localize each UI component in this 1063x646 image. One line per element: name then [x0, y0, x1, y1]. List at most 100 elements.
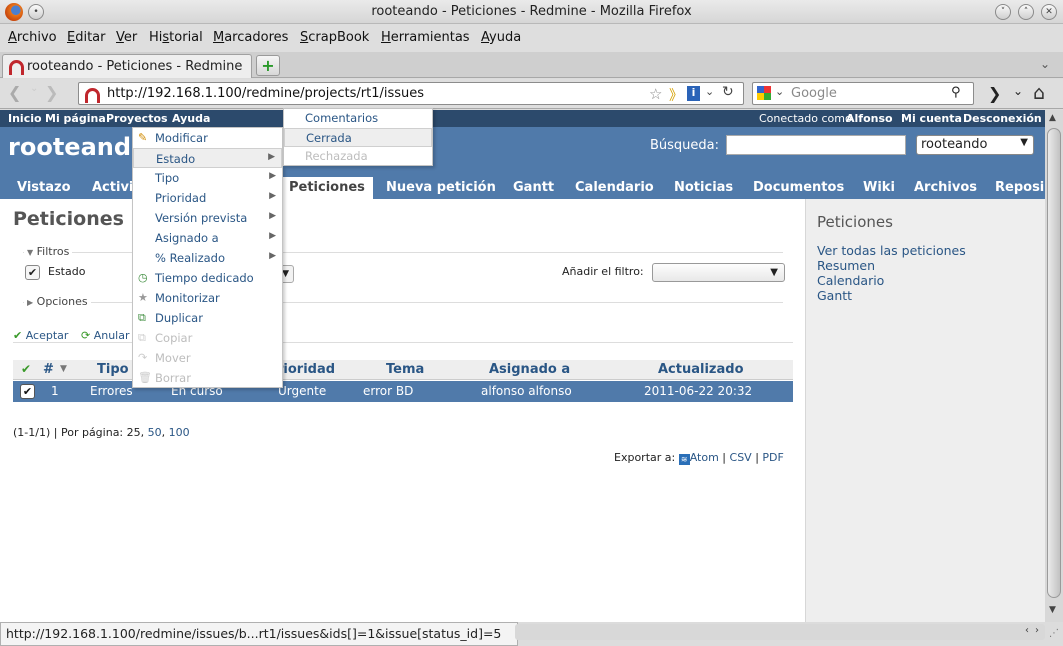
new-tab-button[interactable]: +: [256, 55, 280, 76]
context-item-realizado[interactable]: % Realizado ▶: [133, 248, 282, 268]
context-item-asignado-a[interactable]: Asignado a ▶: [133, 228, 282, 248]
tab-calendar[interactable]: Calendario: [575, 180, 654, 195]
quick-search-input[interactable]: [726, 135, 906, 155]
close-window-icon[interactable]: ✕: [1041, 4, 1057, 20]
engine-dropdown-icon[interactable]: ⌄: [775, 85, 784, 98]
info-icon[interactable]: i: [687, 86, 700, 101]
status-option-cerrada[interactable]: Cerrada: [284, 128, 432, 147]
tab-issues[interactable]: Peticiones: [281, 177, 373, 199]
back-dropdown-icon[interactable]: ⌄: [30, 83, 38, 94]
tab-repository[interactable]: Reposi: [995, 180, 1044, 195]
menu-item-4[interactable]: Marcadores: [213, 30, 288, 45]
context-item-tipo[interactable]: Tipo ▶: [133, 168, 282, 188]
per-page-100[interactable]: 100: [169, 426, 190, 439]
sidebar-item-summary[interactable]: Resumen: [817, 258, 875, 273]
context-item-monitorizar[interactable]: ★ Monitorizar: [133, 288, 282, 308]
scroll-left-icon[interactable]: ‹: [1025, 625, 1029, 636]
cell-id[interactable]: 1: [51, 384, 59, 398]
browser-tab[interactable]: rooteando - Peticiones - Redmine: [2, 54, 252, 78]
logged-in-user[interactable]: Alfonso: [846, 112, 893, 125]
top-menu-help[interactable]: Ayuda: [172, 112, 210, 125]
context-item-duplicar[interactable]: ⧉ Duplicar: [133, 308, 282, 328]
minimize-icon[interactable]: ˅: [995, 4, 1011, 20]
apply-button[interactable]: ✔ Aceptar: [13, 329, 68, 342]
google-engine-icon[interactable]: [757, 86, 771, 100]
menu-item-0[interactable]: Archivo: [8, 30, 57, 45]
url-dropdown-icon[interactable]: ⌄: [705, 85, 714, 98]
scroll-right-icon[interactable]: ›: [1035, 625, 1039, 636]
sidebar-item-all-issues[interactable]: Ver todas las peticiones: [817, 243, 966, 258]
export-pdf[interactable]: PDF: [762, 451, 783, 464]
top-menu-home[interactable]: Inicio: [8, 112, 42, 125]
vertical-scrollbar[interactable]: ▲ ▼: [1045, 110, 1063, 622]
export-atom[interactable]: Atom: [690, 451, 719, 464]
submenu-arrow-icon: ▶: [269, 211, 276, 221]
search-bar[interactable]: ⌄ Google ⚲: [752, 82, 974, 105]
col-subject[interactable]: Tema: [386, 362, 424, 377]
tab-wiki[interactable]: Wiki: [863, 180, 895, 195]
tab-overview[interactable]: Vistazo: [17, 180, 71, 195]
tab-gantt[interactable]: Gantt: [513, 180, 554, 195]
scroll-down-icon[interactable]: ▼: [1049, 605, 1056, 615]
menu-item-3[interactable]: Historial: [149, 30, 203, 45]
context-item-versión-prevista[interactable]: Versión prevista ▶: [133, 208, 282, 228]
toolbar-dropdown-icon[interactable]: ⌄: [1013, 84, 1023, 98]
my-account-link[interactable]: Mi cuenta: [901, 112, 962, 125]
tab-files[interactable]: Archivos: [914, 180, 977, 195]
scroll-up-icon[interactable]: ▲: [1049, 113, 1056, 123]
feed-icon: ≋: [678, 454, 690, 465]
table-row[interactable]: ✔ 1 Errores En curso Urgente error BD al…: [13, 381, 793, 402]
overflow-chevron-icon[interactable]: ❯: [988, 84, 1001, 103]
tab-list-chevron-icon[interactable]: ⌄: [1040, 57, 1050, 71]
binoculars-icon[interactable]: ⚲: [951, 85, 961, 100]
reload-icon[interactable]: ↻: [722, 84, 734, 100]
logout-link[interactable]: Desconexión: [963, 112, 1042, 125]
forward-icon[interactable]: ❯: [45, 83, 58, 102]
per-page-50[interactable]: 50: [148, 426, 162, 439]
context-item-label: Tipo: [155, 171, 180, 185]
toggle-all-checkmark-icon[interactable]: ✔: [21, 362, 31, 376]
menu-item-6[interactable]: Herramientas: [381, 30, 470, 45]
tab-activity[interactable]: Activi: [92, 180, 133, 195]
resize-grip-icon[interactable]: ⋰: [1045, 628, 1063, 646]
context-item-estado[interactable]: Estado ▶: [133, 148, 282, 168]
sidebar-item-gantt[interactable]: Gantt: [817, 288, 852, 303]
col-priority[interactable]: rioridad: [277, 362, 347, 377]
context-item-modificar[interactable]: ✎ Modificar: [133, 128, 282, 148]
url-bar[interactable]: http://192.168.1.100/redmine/projects/rt…: [78, 82, 744, 105]
horizontal-scrollbar[interactable]: ‹ ›: [515, 624, 1045, 640]
col-assignee[interactable]: Asignado a: [489, 362, 570, 377]
top-menu-my-page[interactable]: Mi página: [45, 112, 106, 125]
filters-legend[interactable]: ▼ Filtros: [24, 245, 73, 258]
sidebar-item-calendar[interactable]: Calendario: [817, 273, 884, 288]
scrapbook-icon[interactable]: 》: [669, 85, 683, 105]
bookmark-star-icon[interactable]: ☆: [649, 85, 662, 103]
estado-filter-checkbox[interactable]: ✔: [25, 265, 40, 280]
menu-item-7[interactable]: Ayuda: [481, 30, 521, 45]
top-menu-projects[interactable]: Proyectos: [106, 112, 168, 125]
cell-subject[interactable]: error BD: [363, 384, 413, 398]
clear-button[interactable]: ⟳ Anular: [81, 329, 130, 342]
status-option-comentarios[interactable]: Comentarios: [284, 109, 432, 128]
menu-item-5[interactable]: ScrapBook: [300, 30, 369, 45]
col-tracker[interactable]: Tipo: [97, 362, 129, 377]
options-legend[interactable]: ▶ Opciones: [24, 295, 91, 308]
col-id[interactable]: #: [43, 362, 54, 377]
export-csv[interactable]: CSV: [730, 451, 752, 464]
row-checkbox[interactable]: ✔: [20, 384, 35, 399]
scrollbar-thumb[interactable]: [1047, 128, 1061, 598]
maximize-icon[interactable]: ˄: [1018, 4, 1034, 20]
menu-item-2[interactable]: Ver: [116, 30, 137, 45]
col-updated[interactable]: Actualizado: [658, 362, 744, 377]
context-item-prioridad[interactable]: Prioridad ▶: [133, 188, 282, 208]
menu-item-1[interactable]: Editar: [67, 30, 106, 45]
tab-new-issue[interactable]: Nueva petición: [386, 180, 496, 195]
tab-documents[interactable]: Documentos: [753, 180, 844, 195]
project-jump-select[interactable]: rooteando ▼: [916, 135, 1034, 155]
cell-assignee[interactable]: alfonso alfonso: [481, 384, 572, 398]
back-icon[interactable]: ❮: [8, 83, 21, 102]
context-item-tiempo-dedicado[interactable]: ◷ Tiempo dedicado: [133, 268, 282, 288]
add-filter-select[interactable]: ▼: [652, 263, 785, 282]
tab-news[interactable]: Noticias: [674, 180, 733, 195]
home-icon[interactable]: ⌂: [1033, 82, 1045, 104]
